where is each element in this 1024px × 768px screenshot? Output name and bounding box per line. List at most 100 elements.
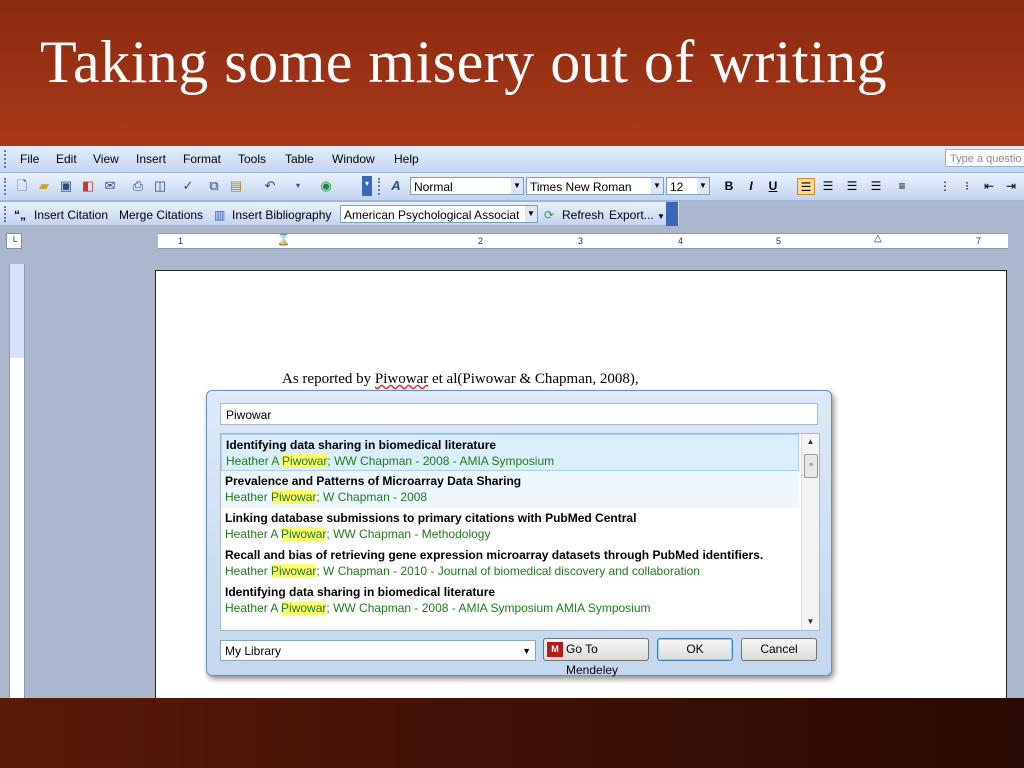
- mendeley-toolbar: “„ Insert Citation Merge Citations ▥ Ins…: [0, 201, 680, 226]
- menu-window[interactable]: Window: [332, 152, 375, 166]
- chevron-down-icon: ▼: [522, 646, 531, 656]
- email-icon[interactable]: ✉: [102, 178, 118, 194]
- align-center-button[interactable]: ☰: [819, 178, 837, 195]
- export-button[interactable]: Export... ▼: [609, 208, 665, 222]
- vertical-ruler[interactable]: [9, 264, 25, 698]
- bold-button[interactable]: B: [720, 178, 738, 195]
- ruler-label: 1: [178, 236, 185, 246]
- print-icon[interactable]: ⎙: [130, 178, 146, 194]
- right-indent-marker-icon[interactable]: △: [874, 234, 883, 246]
- doc-suffix: et al(Piwowar & Chapman, 2008),: [428, 371, 639, 387]
- underline-button[interactable]: U: [764, 178, 782, 195]
- italic-button[interactable]: I: [742, 178, 760, 195]
- toolbar-options-icon[interactable]: ▾: [362, 176, 372, 196]
- font-size-select[interactable]: 12 ▼: [666, 177, 710, 195]
- save-icon[interactable]: ▣: [58, 178, 74, 194]
- list-item[interactable]: Identifying data sharing in biomedical l…: [221, 582, 799, 619]
- font-select[interactable]: Times New Roman ▼: [526, 177, 664, 195]
- paste-icon[interactable]: ▤: [228, 178, 244, 194]
- chevron-down-icon: ▼: [511, 178, 523, 194]
- doc-name: Piwowar: [374, 371, 429, 387]
- export-label: Export...: [609, 208, 654, 222]
- permission-icon[interactable]: ◧: [80, 178, 96, 194]
- line-spacing-button[interactable]: ≡: [893, 178, 911, 195]
- chevron-down-icon: ▼: [651, 178, 663, 194]
- insert-citation-button[interactable]: Insert Citation: [34, 208, 108, 222]
- results-scrollbar[interactable]: ▲ ≡ ▼: [801, 434, 819, 630]
- indent-marker-icon[interactable]: ⌛: [276, 234, 292, 246]
- styles-icon[interactable]: A: [388, 178, 404, 194]
- menu-format[interactable]: Format: [183, 152, 221, 166]
- results-list[interactable]: Identifying data sharing in biomedical l…: [220, 433, 820, 631]
- undo-dropdown-icon[interactable]: ▾: [290, 178, 306, 194]
- mendeley-logo-icon: M: [547, 642, 563, 657]
- print-preview-icon[interactable]: ◫: [152, 178, 168, 194]
- font-size-value: 12: [670, 180, 684, 194]
- library-value: My Library: [225, 644, 282, 658]
- result-meta: Heather A Piwowar; WW Chapman - Methodol…: [225, 527, 491, 541]
- menu-insert[interactable]: Insert: [136, 152, 166, 166]
- undo-icon[interactable]: ↶: [262, 178, 278, 194]
- result-title: Recall and bias of retrieving gene expre…: [225, 548, 764, 562]
- increase-indent-button[interactable]: ⇥: [1002, 178, 1020, 195]
- citation-style-value: American Psychological Associat: [344, 208, 520, 222]
- toolbar-grip[interactable]: [4, 206, 9, 222]
- menu-table[interactable]: Table: [285, 152, 314, 166]
- help-search-input[interactable]: Type a questio: [945, 149, 1024, 167]
- open-folder-icon[interactable]: ▰: [36, 178, 52, 194]
- citation-search-input[interactable]: Piwowar: [220, 403, 818, 425]
- cancel-button[interactable]: Cancel: [741, 638, 817, 661]
- style-select[interactable]: Normal ▼: [410, 177, 524, 195]
- align-left-button[interactable]: ☰: [797, 178, 815, 195]
- copy-icon[interactable]: ⧉: [206, 178, 222, 194]
- library-select[interactable]: My Library ▼: [220, 640, 536, 661]
- menu-bar: File Edit View Insert Format Tools Table…: [0, 146, 1024, 173]
- align-right-button[interactable]: ☰: [843, 178, 861, 195]
- list-item[interactable]: Recall and bias of retrieving gene expre…: [221, 545, 799, 582]
- go-to-mendeley-button[interactable]: M Go To Mendeley: [543, 638, 649, 677]
- ruler-label: 3: [578, 236, 585, 246]
- list-item[interactable]: Prevalence and Patterns of Microarray Da…: [221, 471, 799, 508]
- toolbar-grip[interactable]: [4, 150, 9, 168]
- document-text[interactable]: As reported by Piwowar et al(Piwowar & C…: [282, 371, 639, 388]
- scrollbar-thumb[interactable]: ≡: [804, 454, 818, 478]
- chevron-down-icon: ▼: [657, 212, 665, 221]
- insert-bibliography-button[interactable]: Insert Bibliography: [232, 208, 331, 222]
- menu-view[interactable]: View: [93, 152, 119, 166]
- result-meta: Heather A Piwowar; WW Chapman - 2008 - A…: [225, 601, 651, 615]
- decrease-indent-button[interactable]: ⇤: [980, 178, 998, 195]
- ok-button[interactable]: OK: [657, 638, 733, 661]
- numbering-button[interactable]: ⋮: [936, 178, 954, 195]
- spelling-icon[interactable]: ✓: [180, 178, 196, 194]
- new-document-icon[interactable]: 🗋: [14, 178, 30, 194]
- menu-file[interactable]: File: [20, 152, 39, 166]
- toolbar-options-icon[interactable]: [666, 202, 678, 226]
- scroll-down-icon[interactable]: ▼: [802, 614, 819, 630]
- justify-button[interactable]: ☰: [867, 178, 885, 195]
- list-item[interactable]: Linking database submissions to primary …: [221, 508, 799, 545]
- hyperlink-icon[interactable]: ◉: [318, 178, 334, 194]
- slide-footer-band: [0, 698, 1024, 768]
- toolbar-grip[interactable]: [4, 178, 9, 195]
- tab-selector[interactable]: └: [6, 233, 22, 249]
- result-title: Linking database submissions to primary …: [225, 511, 637, 525]
- font-value: Times New Roman: [530, 180, 632, 194]
- scroll-up-icon[interactable]: ▲: [802, 434, 819, 450]
- vertical-ruler-margin: [10, 264, 24, 358]
- citation-style-select[interactable]: American Psychological Associat ▼: [340, 205, 538, 223]
- menu-tools[interactable]: Tools: [238, 152, 266, 166]
- formatting-toolbar: 🗋 ▰ ▣ ◧ ✉ ⎙ ◫ ✓ ⧉ ▤ ↶ ▾ ◉ ▾ A Normal ▼ T…: [0, 173, 1024, 201]
- quote-icon: “„: [14, 208, 26, 222]
- refresh-icon: ⟳: [544, 208, 555, 222]
- menu-help[interactable]: Help: [394, 152, 419, 166]
- horizontal-ruler[interactable]: 1 2 3 4 5 7 ⌛ △: [158, 233, 1008, 249]
- menu-edit[interactable]: Edit: [56, 152, 77, 166]
- bullets-button[interactable]: ⁝: [958, 178, 976, 195]
- merge-citations-button[interactable]: Merge Citations: [119, 208, 203, 222]
- slide-title: Taking some misery out of writing: [40, 29, 888, 95]
- toolbar-grip[interactable]: [378, 178, 383, 195]
- refresh-button[interactable]: Refresh: [562, 208, 604, 222]
- list-item[interactable]: Identifying data sharing in biomedical l…: [221, 434, 799, 471]
- chevron-down-icon: ▼: [697, 178, 709, 194]
- result-title: Identifying data sharing in biomedical l…: [226, 438, 497, 452]
